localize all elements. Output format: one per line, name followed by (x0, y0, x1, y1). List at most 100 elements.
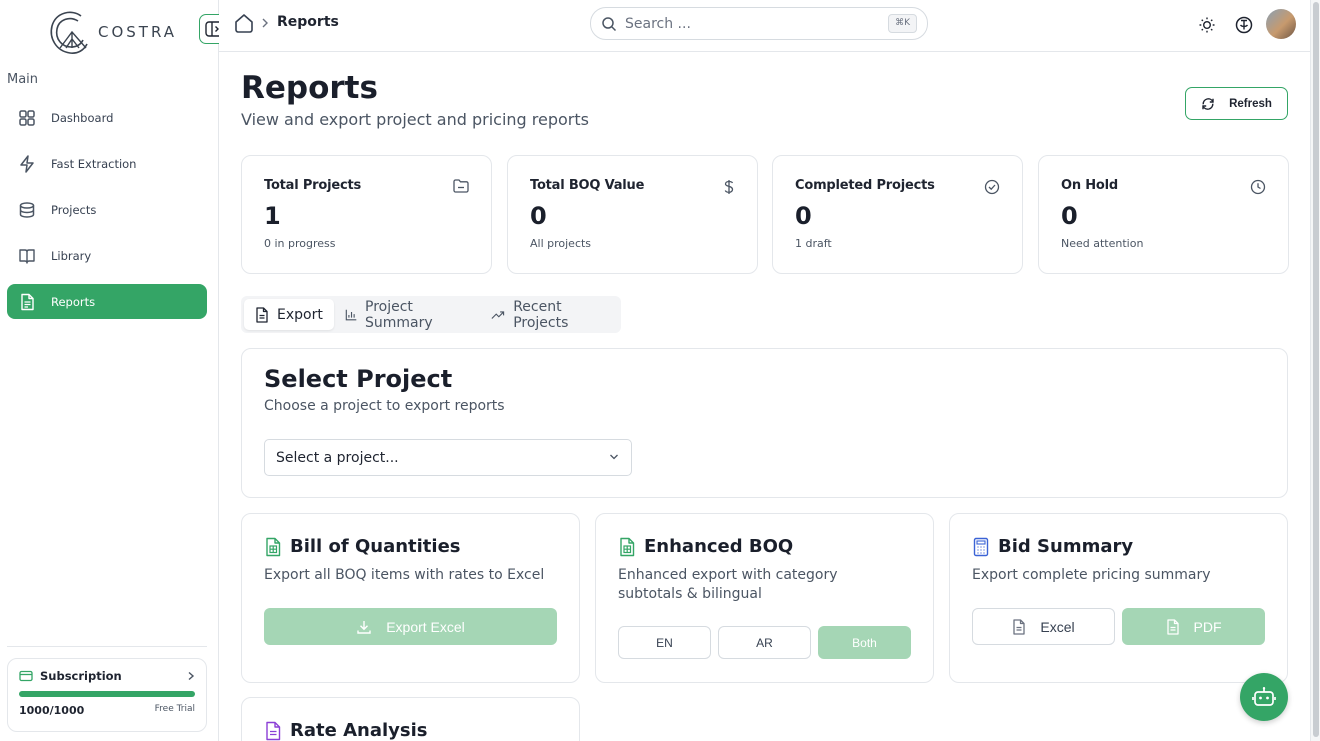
stat-value: 0 (795, 202, 812, 230)
file-icon (1013, 618, 1026, 635)
file-icon (1166, 618, 1179, 635)
sidebar-item-reports[interactable]: Reports (7, 284, 207, 319)
refresh-icon (1202, 97, 1214, 110)
sidebar-nav: Dashboard Fast Extraction Projects Libra… (7, 100, 207, 330)
language-both-label: Both (852, 635, 877, 650)
search-box[interactable]: ⌘K (590, 7, 928, 40)
language-ar-button[interactable]: AR (718, 626, 811, 659)
stat-label: Total BOQ Value (530, 178, 645, 193)
sidebar-item-dashboard[interactable]: Dashboard (7, 100, 207, 135)
stat-label: Total Projects (264, 178, 362, 193)
breadcrumb-current[interactable]: Reports (277, 14, 339, 30)
database-icon (19, 201, 35, 218)
subscription-label: Subscription (40, 669, 122, 683)
trending-up-icon (491, 310, 505, 319)
export-title-text: Enhanced BOQ (644, 536, 794, 557)
stat-label: Completed Projects (795, 178, 935, 193)
check-circle-icon (984, 179, 1000, 195)
search-icon (602, 16, 617, 31)
sidebar-item-fast-extraction[interactable]: Fast Extraction (7, 146, 207, 181)
sun-icon (1199, 17, 1215, 33)
export-excel-button[interactable]: Export Excel (264, 608, 557, 645)
stat-note: 1 draft (795, 237, 832, 250)
stat-label: On Hold (1061, 178, 1119, 193)
user-avatar[interactable] (1266, 9, 1296, 39)
language-both-button[interactable]: Both (818, 626, 911, 659)
refresh-button[interactable]: Refresh (1185, 87, 1288, 120)
export-card-title: Bill of Quantities (264, 536, 461, 557)
sidebar-item-label: Reports (51, 294, 96, 309)
topbar: Reports ⌘K (219, 0, 1310, 52)
tab-label: Recent Projects (513, 298, 569, 331)
sidebar-divider (7, 646, 207, 647)
tab-label: Project Summary (365, 298, 433, 331)
home-button[interactable] (233, 12, 255, 34)
sidebar: COSTRA Main Dashboard Fast Extraction Pr… (0, 0, 219, 741)
stat-card-on-hold: On Hold 0 Need attention (1038, 155, 1289, 274)
export-card-title: Rate Analysis (264, 720, 427, 741)
subscription-progress-fill (19, 691, 195, 697)
export-card-description: Export all BOQ items with rates to Excel (264, 567, 545, 583)
export-card-title: Bid Summary (972, 536, 1133, 557)
export-card-enhanced-boq: Enhanced BOQ Enhanced export with catego… (595, 513, 934, 683)
costra-logo-icon (50, 11, 88, 54)
file-icon (256, 306, 268, 323)
tab-export[interactable]: Export (244, 299, 334, 330)
page-subtitle: View and export project and pricing repo… (241, 110, 589, 129)
subscription-card[interactable]: Subscription 1000/1000 Free Trial (7, 658, 207, 732)
refresh-label: Refresh (1229, 97, 1272, 110)
language-button[interactable] (1232, 13, 1256, 37)
project-select[interactable]: Select a project... (264, 439, 632, 476)
select-project-description: Choose a project to export reports (264, 398, 505, 414)
export-card-description: Export complete pricing summary (972, 567, 1211, 583)
bid-excel-button[interactable]: Excel (972, 608, 1115, 645)
export-title-text: Bill of Quantities (290, 536, 461, 557)
app: COSTRA Main Dashboard Fast Extraction Pr… (0, 0, 1320, 741)
bid-pdf-label: PDF (1193, 618, 1222, 635)
chevron-down-icon (610, 454, 618, 460)
stat-card-total-boq-value: Total BOQ Value 0 All projects (507, 155, 758, 274)
book-icon (19, 248, 35, 264)
stat-card-total-projects: Total Projects 1 0 in progress (241, 155, 492, 274)
page-scrollbar[interactable] (1310, 0, 1320, 741)
stat-value: 0 (530, 202, 547, 230)
bot-icon (1252, 687, 1276, 706)
export-card-boq: Bill of Quantities Export all BOQ items … (241, 513, 580, 683)
sidebar-item-label: Library (51, 248, 92, 263)
search-input[interactable] (625, 15, 875, 32)
stat-note: All projects (530, 237, 592, 250)
lightning-icon (20, 154, 34, 173)
sidebar-item-label: Dashboard (51, 110, 114, 125)
stat-note: Need attention (1061, 237, 1144, 250)
language-ar-label: AR (756, 635, 773, 650)
scrollbar-thumb[interactable] (1313, 2, 1319, 737)
export-card-description: Enhanced export with category subtotals … (618, 567, 838, 602)
calculator-icon (973, 537, 989, 556)
stat-value: 1 (264, 202, 281, 230)
subscription-usage: 1000/1000 (19, 704, 85, 717)
stat-card-completed-projects: Completed Projects 0 1 draft (772, 155, 1023, 274)
tab-recent-projects[interactable]: Recent Projects (480, 298, 618, 331)
grid-icon (19, 109, 35, 126)
bid-pdf-button[interactable]: PDF (1122, 608, 1265, 645)
export-card-title: Enhanced BOQ (618, 536, 793, 557)
file-report-icon (266, 721, 281, 740)
sidebar-item-library[interactable]: Library (7, 238, 207, 273)
search-shortcut: ⌘K (888, 14, 917, 33)
logo[interactable]: COSTRA (48, 8, 177, 56)
select-project-title: Select Project (264, 365, 453, 393)
brand-name: COSTRA (98, 23, 178, 41)
section-label-main: Main (7, 72, 39, 87)
tab-project-summary[interactable]: Project Summary (334, 298, 480, 331)
clock-icon (1250, 179, 1266, 195)
theme-toggle-button[interactable] (1195, 13, 1219, 37)
assistant-chat-button[interactable] (1240, 673, 1288, 721)
language-en-label: EN (656, 635, 673, 650)
subscription-plan: Free Trial (154, 704, 195, 714)
dollar-icon (724, 180, 734, 194)
export-card-rate-analysis: Rate Analysis (241, 697, 580, 741)
sidebar-item-projects[interactable]: Projects (7, 192, 207, 227)
chevron-right-icon (262, 18, 268, 28)
stat-note: 0 in progress (264, 237, 336, 250)
language-en-button[interactable]: EN (618, 626, 711, 659)
